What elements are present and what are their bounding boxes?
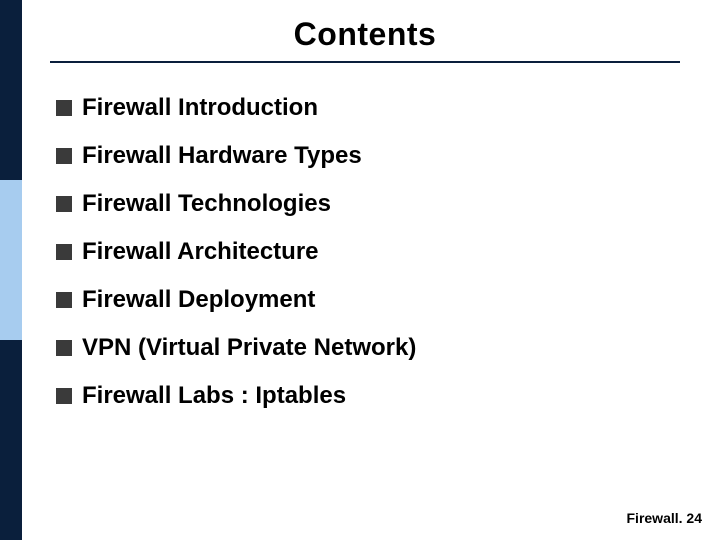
slide: Contents Firewall Introduction Firewall …: [0, 0, 720, 540]
square-bullet-icon: [56, 100, 72, 116]
square-bullet-icon: [56, 292, 72, 308]
list-item: VPN (Virtual Private Network): [56, 330, 660, 366]
square-bullet-icon: [56, 196, 72, 212]
content-list: Firewall Introduction Firewall Hardware …: [56, 90, 660, 426]
footer-page-number: 24: [686, 510, 702, 526]
square-bullet-icon: [56, 244, 72, 260]
square-bullet-icon: [56, 388, 72, 404]
list-item: Firewall Architecture: [56, 234, 660, 270]
square-bullet-icon: [56, 148, 72, 164]
sidebar-stripe-light: [0, 180, 22, 340]
square-bullet-icon: [56, 340, 72, 356]
title-area: Contents: [50, 16, 680, 71]
sidebar-stripe-dark-top: [0, 0, 22, 180]
list-item-label: Firewall Labs : Iptables: [82, 378, 346, 414]
list-item: Firewall Labs : Iptables: [56, 378, 660, 414]
page-title: Contents: [50, 16, 680, 53]
footer-label: Firewall.: [627, 510, 683, 526]
list-item-label: Firewall Architecture: [82, 234, 319, 270]
list-item-label: Firewall Introduction: [82, 90, 318, 126]
sidebar-stripe-dark-bottom: [0, 340, 22, 540]
list-item-label: Firewall Deployment: [82, 282, 315, 318]
list-item: Firewall Introduction: [56, 90, 660, 126]
list-item-label: VPN (Virtual Private Network): [82, 330, 416, 366]
list-item-label: Firewall Technologies: [82, 186, 331, 222]
list-item-label: Firewall Hardware Types: [82, 138, 362, 174]
list-item: Firewall Deployment: [56, 282, 660, 318]
footer: Firewall. 24: [627, 510, 703, 526]
title-underline: [50, 61, 680, 63]
list-item: Firewall Technologies: [56, 186, 660, 222]
list-item: Firewall Hardware Types: [56, 138, 660, 174]
